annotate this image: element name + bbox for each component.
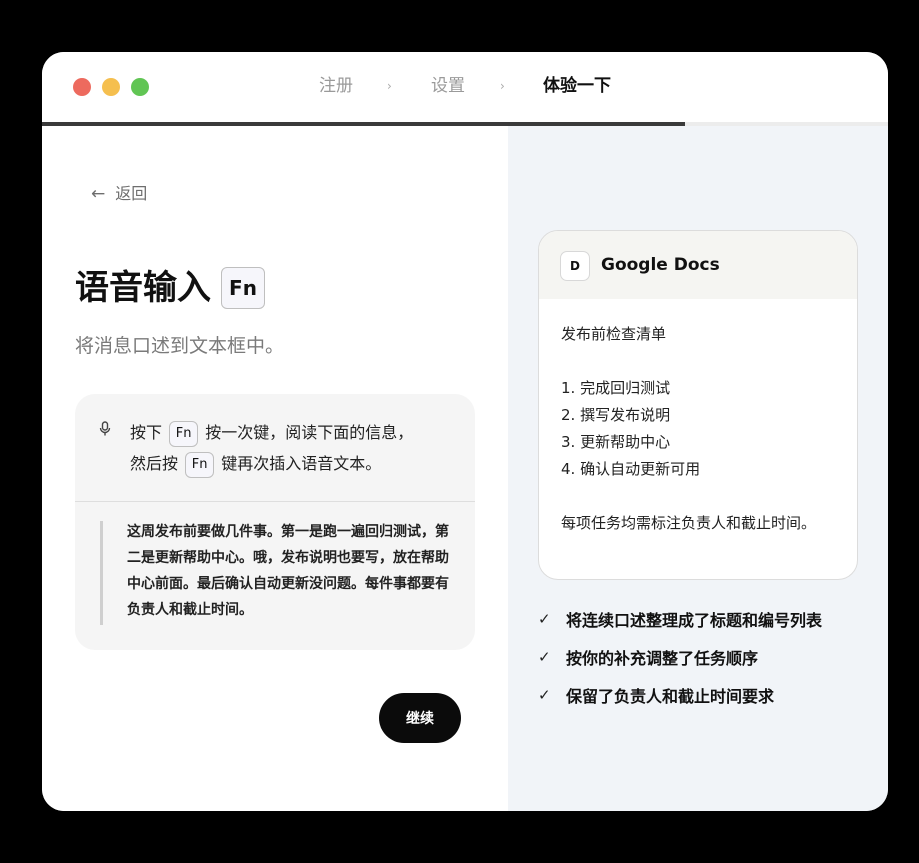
check-item-label: 按你的补充调整了任务顺序 — [566, 649, 759, 668]
chevron-right-icon: › — [387, 79, 392, 93]
instruction-part: 按下 — [130, 423, 163, 442]
quote-bar — [100, 521, 103, 625]
document-heading: 发布前检查清单 — [561, 325, 667, 343]
document-body: 发布前检查清单 1. 完成回归测试 2. 撰写发布说明 3. 更新帮助中心 4.… — [561, 321, 841, 537]
chevron-right-icon: › — [500, 79, 505, 93]
sample-message: 这周发布前要做几件事。第一是跑一遍回归测试，第二是更新帮助中心。哦，发布说明也要… — [127, 524, 449, 618]
instruction-section: 按下 Fn 按一次键，阅读下面的信息， 然后按 Fn 键再次插入语音文本。 — [75, 394, 475, 502]
check-item-label: 将连续口述整理成了标题和编号列表 — [566, 611, 823, 630]
instruction-text: 按下 Fn 按一次键，阅读下面的信息， 然后按 Fn 键再次插入语音文本。 — [130, 417, 460, 479]
dictation-demo-card: 按下 Fn 按一次键，阅读下面的信息， 然后按 Fn 键再次插入语音文本。 这周… — [75, 394, 475, 650]
page-subtitle: 将消息口述到文本框中。 — [75, 335, 285, 357]
back-button[interactable]: ← 返回 — [91, 183, 147, 205]
page-title-text: 语音输入 — [75, 268, 211, 308]
continue-button[interactable]: 继续 — [379, 693, 461, 743]
document-note: 每项任务均需标注负责人和截止时间。 — [561, 514, 817, 532]
checkmark-icon: ✓ — [538, 686, 551, 704]
list-item: 1. 完成回归测试 — [561, 379, 671, 397]
back-label: 返回 — [115, 184, 148, 203]
check-item: ✓ 按你的补充调整了任务顺序 — [538, 638, 878, 676]
right-panel: D Google Docs 发布前检查清单 1. 完成回归测试 2. 撰写发布说… — [508, 126, 888, 811]
google-docs-icon: D — [560, 251, 590, 281]
fn-key-badge: Fn — [169, 420, 199, 447]
check-item: ✓ 将连续口述整理成了标题和编号列表 — [538, 600, 878, 638]
minimize-window-button[interactable] — [102, 78, 120, 96]
close-window-button[interactable] — [73, 78, 91, 96]
list-item: 2. 撰写发布说明 — [561, 406, 671, 424]
onboarding-window: 注册 › 设置 › 体验一下 ← 返回 语音输入 Fn 将消息口述到文本框中。 — [42, 52, 888, 811]
step-register: 注册 — [319, 76, 353, 96]
instruction-part: 键再次插入语音文本。 — [221, 454, 382, 473]
document-preview-card: D Google Docs 发布前检查清单 1. 完成回归测试 2. 撰写发布说… — [538, 230, 858, 580]
microphone-icon — [99, 421, 111, 441]
fn-key-badge: Fn — [185, 451, 215, 478]
step-try-it: 体验一下 — [543, 76, 611, 96]
left-panel: ← 返回 语音输入 Fn 将消息口述到文本框中。 按下 Fn 按一次键，阅读下面… — [42, 126, 508, 811]
fn-key-badge: Fn — [221, 267, 265, 309]
list-item: 4. 确认自动更新可用 — [561, 460, 701, 478]
arrow-left-icon: ← — [91, 184, 106, 204]
page-title: 语音输入 Fn — [75, 266, 265, 310]
result-checklist: ✓ 将连续口述整理成了标题和编号列表 ✓ 按你的补充调整了任务顺序 ✓ 保留了负… — [538, 600, 878, 714]
checkmark-icon: ✓ — [538, 648, 551, 666]
check-item-label: 保留了负责人和截止时间要求 — [566, 687, 775, 706]
instruction-part: 然后按 — [130, 454, 179, 473]
list-item: 3. 更新帮助中心 — [561, 433, 671, 451]
checkmark-icon: ✓ — [538, 610, 551, 628]
document-app-name: Google Docs — [601, 255, 720, 275]
instruction-part: 按一次键，阅读下面的信息， — [205, 423, 414, 442]
check-item: ✓ 保留了负责人和截止时间要求 — [538, 676, 878, 714]
zoom-window-button[interactable] — [131, 78, 149, 96]
step-settings: 设置 — [431, 76, 465, 96]
document-header: D Google Docs — [539, 231, 857, 299]
title-bar: 注册 › 设置 › 体验一下 — [42, 52, 888, 122]
